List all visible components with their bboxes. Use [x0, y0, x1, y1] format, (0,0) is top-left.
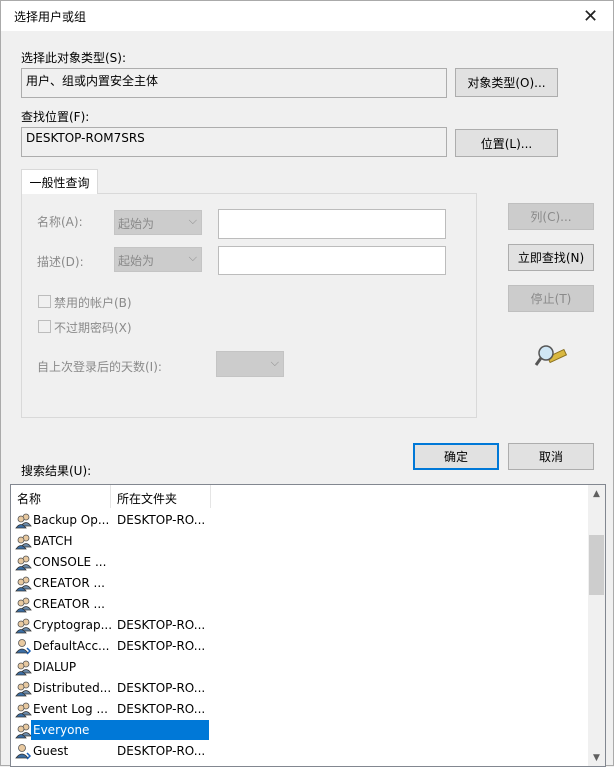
search-results-label: 搜索结果(U): [21, 464, 92, 478]
group-icon [15, 681, 32, 697]
row-folder: DESKTOP-RO... [117, 618, 206, 632]
location-label: 查找位置(F): [21, 110, 90, 124]
name-label: 名称(A): [37, 215, 83, 229]
table-row[interactable]: DIALUP [11, 657, 591, 678]
row-name: Guest [33, 744, 69, 758]
table-row[interactable]: CREATOR ... [11, 573, 591, 594]
row-name: DIALUP [33, 660, 77, 674]
description-mode-select[interactable]: 起始为 ⌵ [114, 247, 202, 272]
user-icon [15, 744, 32, 760]
group-icon [15, 576, 32, 592]
search-results-list[interactable]: 名称 所在文件夹 Backup Op... DESKTOP-RO... BATCH C… [10, 484, 606, 767]
row-name: CREATOR ... [33, 597, 105, 611]
table-row[interactable]: Guest DESKTOP-RO... [11, 741, 591, 762]
description-label: 描述(D): [37, 255, 84, 269]
disabled-accounts-label: 禁用的帐户(B) [54, 296, 132, 310]
row-folder: DESKTOP-RO... [117, 639, 206, 653]
location-field: DESKTOP-ROM7SRS [21, 127, 447, 157]
row-name: Backup Op... [33, 513, 110, 527]
row-name: Event Log ... [33, 702, 108, 716]
group-icon [15, 660, 32, 676]
chevron-down-icon: ⌵ [188, 214, 197, 227]
find-now-button[interactable]: 立即查找(N) [508, 244, 594, 271]
locations-button[interactable]: 位置(L)... [455, 129, 558, 157]
cancel-button[interactable]: 取消 [508, 443, 594, 470]
row-name: Everyone [31, 720, 209, 740]
days-since-login-label: 自上次登录后的天数(I): [37, 360, 162, 374]
table-row[interactable]: Distributed... DESKTOP-RO... [11, 678, 591, 699]
chevron-down-icon: ⌵ [270, 356, 279, 369]
chevron-down-icon: ⌵ [188, 251, 197, 264]
row-folder: DESKTOP-RO... [117, 744, 206, 758]
object-type-field: 用户、组或内置安全主体 [21, 68, 447, 98]
scroll-down-icon[interactable]: ▼ [588, 749, 605, 766]
row-name: Distributed... [33, 681, 112, 695]
disabled-accounts-checkbox[interactable] [38, 295, 51, 308]
window-title: 选择用户或组 [14, 10, 87, 24]
row-name: BATCH [33, 534, 73, 548]
object-type-label: 选择此对象类型(S): [21, 51, 127, 65]
row-name: Cryptograp... [33, 618, 113, 632]
description-mode-value: 起始为 [118, 254, 155, 268]
non-expiring-checkbox[interactable] [38, 320, 51, 333]
scroll-thumb[interactable] [589, 535, 604, 595]
vertical-scrollbar[interactable]: ▲ ▼ [588, 485, 605, 766]
common-queries-panel: 名称(A): 起始为 ⌵ 描述(D): 起始为 ⌵ 禁用的帐户(B) 不过期密码… [21, 193, 477, 418]
table-row[interactable]: Backup Op... DESKTOP-RO... [11, 510, 591, 531]
row-folder: DESKTOP-RO... [117, 513, 206, 527]
column-header-folder[interactable]: 所在文件夹 [111, 485, 211, 508]
description-input[interactable] [218, 246, 446, 275]
scroll-up-icon[interactable]: ▲ [588, 485, 605, 502]
row-folder: DESKTOP-RO... [117, 702, 206, 716]
row-name: CONSOLE ... [33, 555, 107, 569]
name-mode-select[interactable]: 起始为 ⌵ [114, 210, 202, 235]
table-row[interactable]: Cryptograp... DESKTOP-RO... [11, 615, 591, 636]
column-header-name[interactable]: 名称 [11, 485, 111, 508]
group-icon [15, 702, 32, 718]
columns-button[interactable]: 列(C)... [508, 203, 594, 230]
group-icon [15, 597, 32, 613]
select-users-dialog: 选择用户或组 ✕ 选择此对象类型(S): 用户、组或内置安全主体 对象类型(O)… [0, 0, 614, 767]
name-mode-value: 起始为 [118, 217, 155, 231]
row-name: CREATOR ... [33, 576, 105, 590]
non-expiring-label: 不过期密码(X) [54, 321, 132, 335]
table-row[interactable]: Event Log ... DESKTOP-RO... [11, 699, 591, 720]
table-row[interactable]: BATCH [11, 531, 591, 552]
group-icon [15, 555, 32, 571]
object-types-button[interactable]: 对象类型(O)... [455, 68, 558, 97]
table-row[interactable]: CONSOLE ... [11, 552, 591, 573]
group-icon [15, 513, 32, 529]
search-icon [534, 345, 568, 366]
group-icon [15, 618, 32, 634]
group-icon [15, 534, 32, 550]
table-row[interactable]: Everyone [11, 720, 591, 741]
tab-common-queries[interactable]: 一般性查询 [21, 169, 98, 194]
row-name: DefaultAcc... [33, 639, 110, 653]
table-row[interactable]: DefaultAcc... DESKTOP-RO... [11, 636, 591, 657]
name-input[interactable] [218, 209, 446, 239]
close-icon[interactable]: ✕ [568, 1, 613, 31]
user-icon [15, 639, 32, 655]
ok-button[interactable]: 确定 [413, 443, 499, 470]
row-folder: DESKTOP-RO... [117, 681, 206, 695]
table-row[interactable]: CREATOR ... [11, 594, 591, 615]
days-select[interactable]: ⌵ [216, 351, 284, 377]
stop-button[interactable]: 停止(T) [508, 285, 594, 312]
title-bar: 选择用户或组 ✕ [1, 1, 613, 31]
